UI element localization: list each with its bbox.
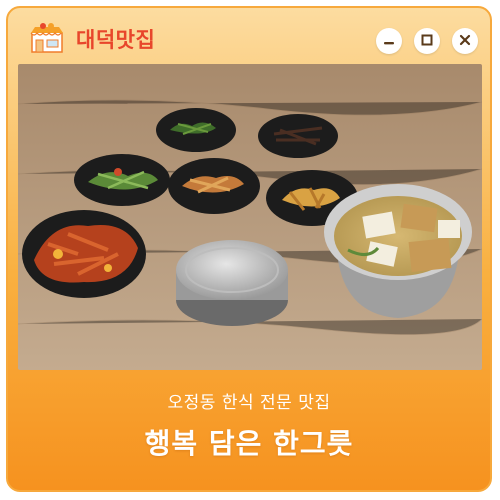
close-button[interactable] <box>452 28 478 54</box>
maximize-icon <box>421 34 433 49</box>
maximize-button[interactable] <box>414 28 440 54</box>
minimize-icon <box>383 34 395 49</box>
side-dish-stir-fry-pork <box>22 210 146 298</box>
minimize-button[interactable] <box>376 28 402 54</box>
caption-headline: 행복 담은 한그릇 <box>144 427 354 460</box>
title-bar: 대덕맛집 <box>8 8 490 66</box>
side-dish-vegetables <box>74 154 170 206</box>
caption-subtitle: 오정동 한식 전문 맛집 <box>167 393 331 413</box>
app-title: 대덕맛집 <box>76 28 156 52</box>
close-icon <box>459 34 471 49</box>
restaurant-storefront-icon <box>28 22 66 54</box>
app-window: 대덕맛집 오정동 한식 전문 맛집 행복 담은 한그릇 <box>6 6 492 492</box>
rice-bowl-lid <box>176 240 288 326</box>
side-dish-greens-top <box>156 108 236 152</box>
korean-meal-photo <box>18 64 482 370</box>
side-dish-fishcake <box>168 158 260 214</box>
side-dish-dark-stems <box>258 114 338 158</box>
